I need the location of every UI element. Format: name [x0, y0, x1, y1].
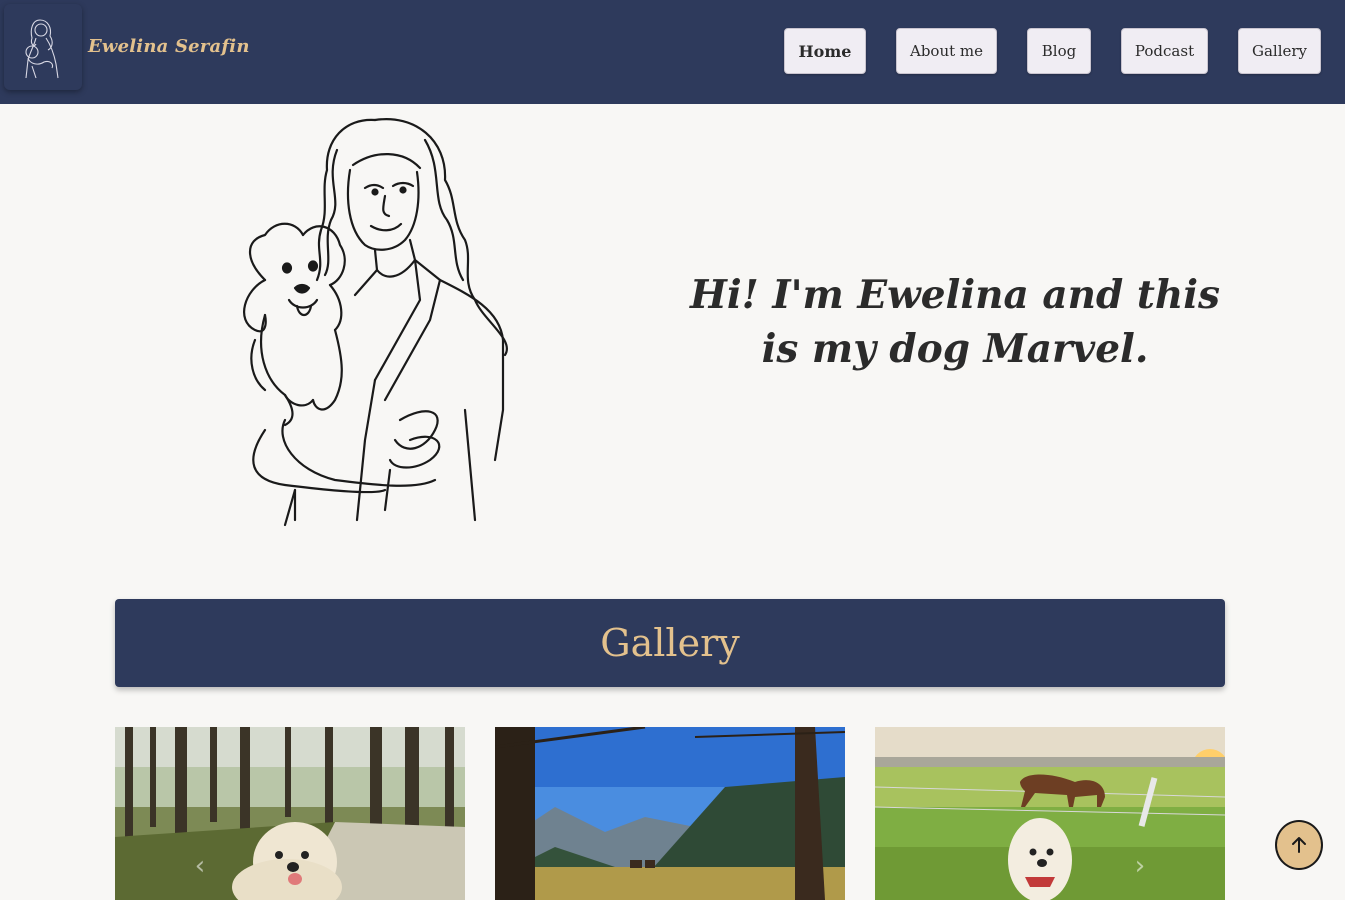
carousel-next-button[interactable]: › [1130, 852, 1150, 880]
woman-with-dog-logo-icon [25, 19, 59, 79]
mountain-valley-photo-icon [495, 727, 845, 900]
brand-name[interactable]: Ewelina Serafin [88, 36, 250, 57]
chevron-right-icon: › [1134, 851, 1146, 881]
gallery-header: Gallery [115, 599, 1225, 687]
carousel-prev-button[interactable]: ‹ [190, 852, 210, 880]
site-header: Ewelina Serafin Home About me Blog Podca… [0, 0, 1345, 104]
woman-holding-dog-illustration [243, 118, 508, 527]
nav-about-button[interactable]: About me [896, 28, 997, 74]
gallery-photo-1[interactable] [115, 727, 465, 900]
dog-in-forest-photo-icon [115, 727, 465, 900]
scroll-to-top-button[interactable] [1275, 820, 1323, 870]
nav-gallery-button[interactable]: Gallery [1238, 28, 1321, 74]
hero-illustration [225, 110, 525, 530]
dog-with-horse-photo-icon [875, 727, 1225, 900]
nav-podcast-button[interactable]: Podcast [1121, 28, 1208, 74]
chevron-left-icon: ‹ [194, 851, 206, 881]
hero-greeting: Hi! I'm Ewelina and this is my dog Marve… [690, 272, 1220, 372]
arrow-up-icon [1292, 837, 1306, 853]
gallery-title: Gallery [600, 621, 740, 665]
gallery-photo-3[interactable] [875, 727, 1225, 900]
gallery-photo-2[interactable] [495, 727, 845, 900]
nav-home-button[interactable]: Home [784, 28, 866, 74]
nav-blog-button[interactable]: Blog [1027, 28, 1091, 74]
logo[interactable] [4, 4, 82, 90]
